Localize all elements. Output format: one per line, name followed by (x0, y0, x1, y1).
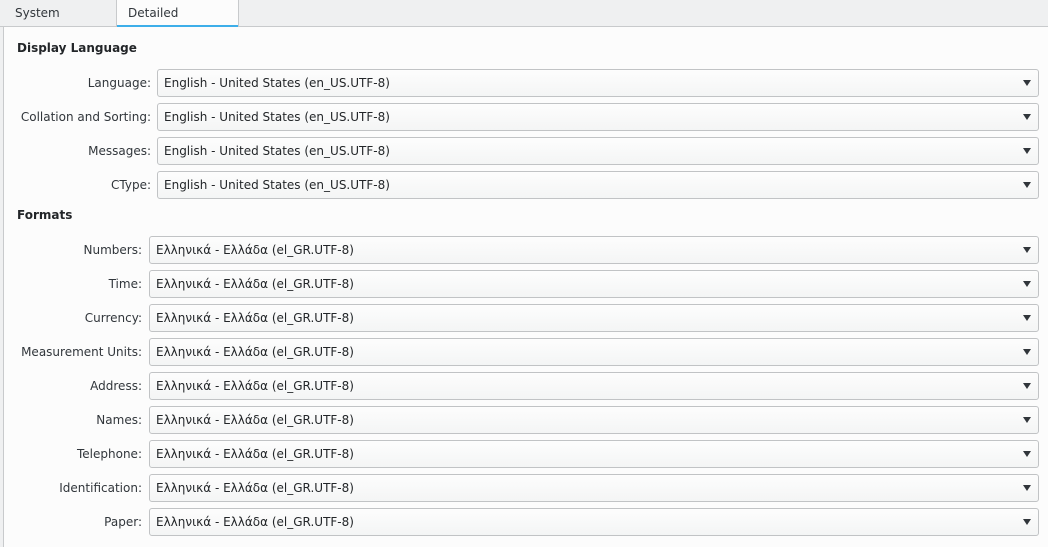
time-combo[interactable]: Ελληνικά - Ελλάδα (el_GR.UTF-8) (149, 270, 1039, 298)
identification-value: Ελληνικά - Ελλάδα (el_GR.UTF-8) (156, 481, 354, 495)
display-language-heading: Display Language (17, 41, 137, 55)
chevron-down-icon (1023, 247, 1031, 253)
numbers-value: Ελληνικά - Ελλάδα (el_GR.UTF-8) (156, 243, 354, 257)
ctype-label: CType: (111, 178, 151, 192)
chevron-down-icon (1023, 485, 1031, 491)
currency-combo[interactable]: Ελληνικά - Ελλάδα (el_GR.UTF-8) (149, 304, 1039, 332)
paper-label: Paper: (104, 515, 142, 529)
tab-system-locales[interactable]: System Locales (4, 0, 112, 47)
chevron-down-icon (1023, 114, 1031, 120)
identification-combo[interactable]: Ελληνικά - Ελλάδα (el_GR.UTF-8) (149, 474, 1039, 502)
ctype-value: English - United States (en_US.UTF-8) (164, 178, 390, 192)
currency-value: Ελληνικά - Ελλάδα (el_GR.UTF-8) (156, 311, 354, 325)
chevron-down-icon (1023, 383, 1031, 389)
names-label: Names: (96, 413, 142, 427)
chevron-down-icon (1023, 451, 1031, 457)
telephone-label: Telephone: (77, 447, 142, 461)
names-value: Ελληνικά - Ελλάδα (el_GR.UTF-8) (156, 413, 354, 427)
names-combo[interactable]: Ελληνικά - Ελλάδα (el_GR.UTF-8) (149, 406, 1039, 434)
numbers-combo[interactable]: Ελληνικά - Ελλάδα (el_GR.UTF-8) (149, 236, 1039, 264)
messages-value: English - United States (en_US.UTF-8) (164, 144, 390, 158)
telephone-combo[interactable]: Ελληνικά - Ελλάδα (el_GR.UTF-8) (149, 440, 1039, 468)
address-combo[interactable]: Ελληνικά - Ελλάδα (el_GR.UTF-8) (149, 372, 1039, 400)
detailed-settings-panel: Display Language Language: English - Uni… (3, 27, 1048, 547)
chevron-down-icon (1023, 148, 1031, 154)
ctype-combo[interactable]: English - United States (en_US.UTF-8) (157, 171, 1039, 199)
chevron-down-icon (1023, 182, 1031, 188)
paper-combo[interactable]: Ελληνικά - Ελλάδα (el_GR.UTF-8) (149, 508, 1039, 536)
language-label: Language: (87, 76, 151, 90)
chevron-down-icon (1023, 80, 1031, 86)
time-value: Ελληνικά - Ελλάδα (el_GR.UTF-8) (156, 277, 354, 291)
chevron-down-icon (1023, 417, 1031, 423)
tab-detailed-settings[interactable]: Detailed Settings (116, 0, 239, 47)
chevron-down-icon (1023, 281, 1031, 287)
language-value: English - United States (en_US.UTF-8) (164, 76, 390, 90)
collation-combo[interactable]: English - United States (en_US.UTF-8) (157, 103, 1039, 131)
identification-label: Identification: (59, 481, 142, 495)
messages-combo[interactable]: English - United States (en_US.UTF-8) (157, 137, 1039, 165)
address-value: Ελληνικά - Ελλάδα (el_GR.UTF-8) (156, 379, 354, 393)
chevron-down-icon (1023, 349, 1031, 355)
currency-label: Currency: (84, 311, 142, 325)
chevron-down-icon (1023, 519, 1031, 525)
collation-label: Collation and Sorting: (20, 110, 151, 124)
formats-heading: Formats (17, 208, 73, 222)
collation-value: English - United States (en_US.UTF-8) (164, 110, 390, 124)
messages-label: Messages: (88, 144, 151, 158)
address-label: Address: (90, 379, 142, 393)
telephone-value: Ελληνικά - Ελλάδα (el_GR.UTF-8) (156, 447, 354, 461)
measurement-units-label: Measurement Units: (21, 345, 142, 359)
chevron-down-icon (1023, 315, 1031, 321)
language-combo[interactable]: English - United States (en_US.UTF-8) (157, 69, 1039, 97)
numbers-label: Numbers: (83, 243, 143, 257)
paper-value: Ελληνικά - Ελλάδα (el_GR.UTF-8) (156, 515, 354, 529)
measurement-units-combo[interactable]: Ελληνικά - Ελλάδα (el_GR.UTF-8) (149, 338, 1039, 366)
tab-bar: System Locales Detailed Settings (0, 0, 1048, 47)
time-label: Time: (108, 277, 142, 291)
measurement-units-value: Ελληνικά - Ελλάδα (el_GR.UTF-8) (156, 345, 354, 359)
